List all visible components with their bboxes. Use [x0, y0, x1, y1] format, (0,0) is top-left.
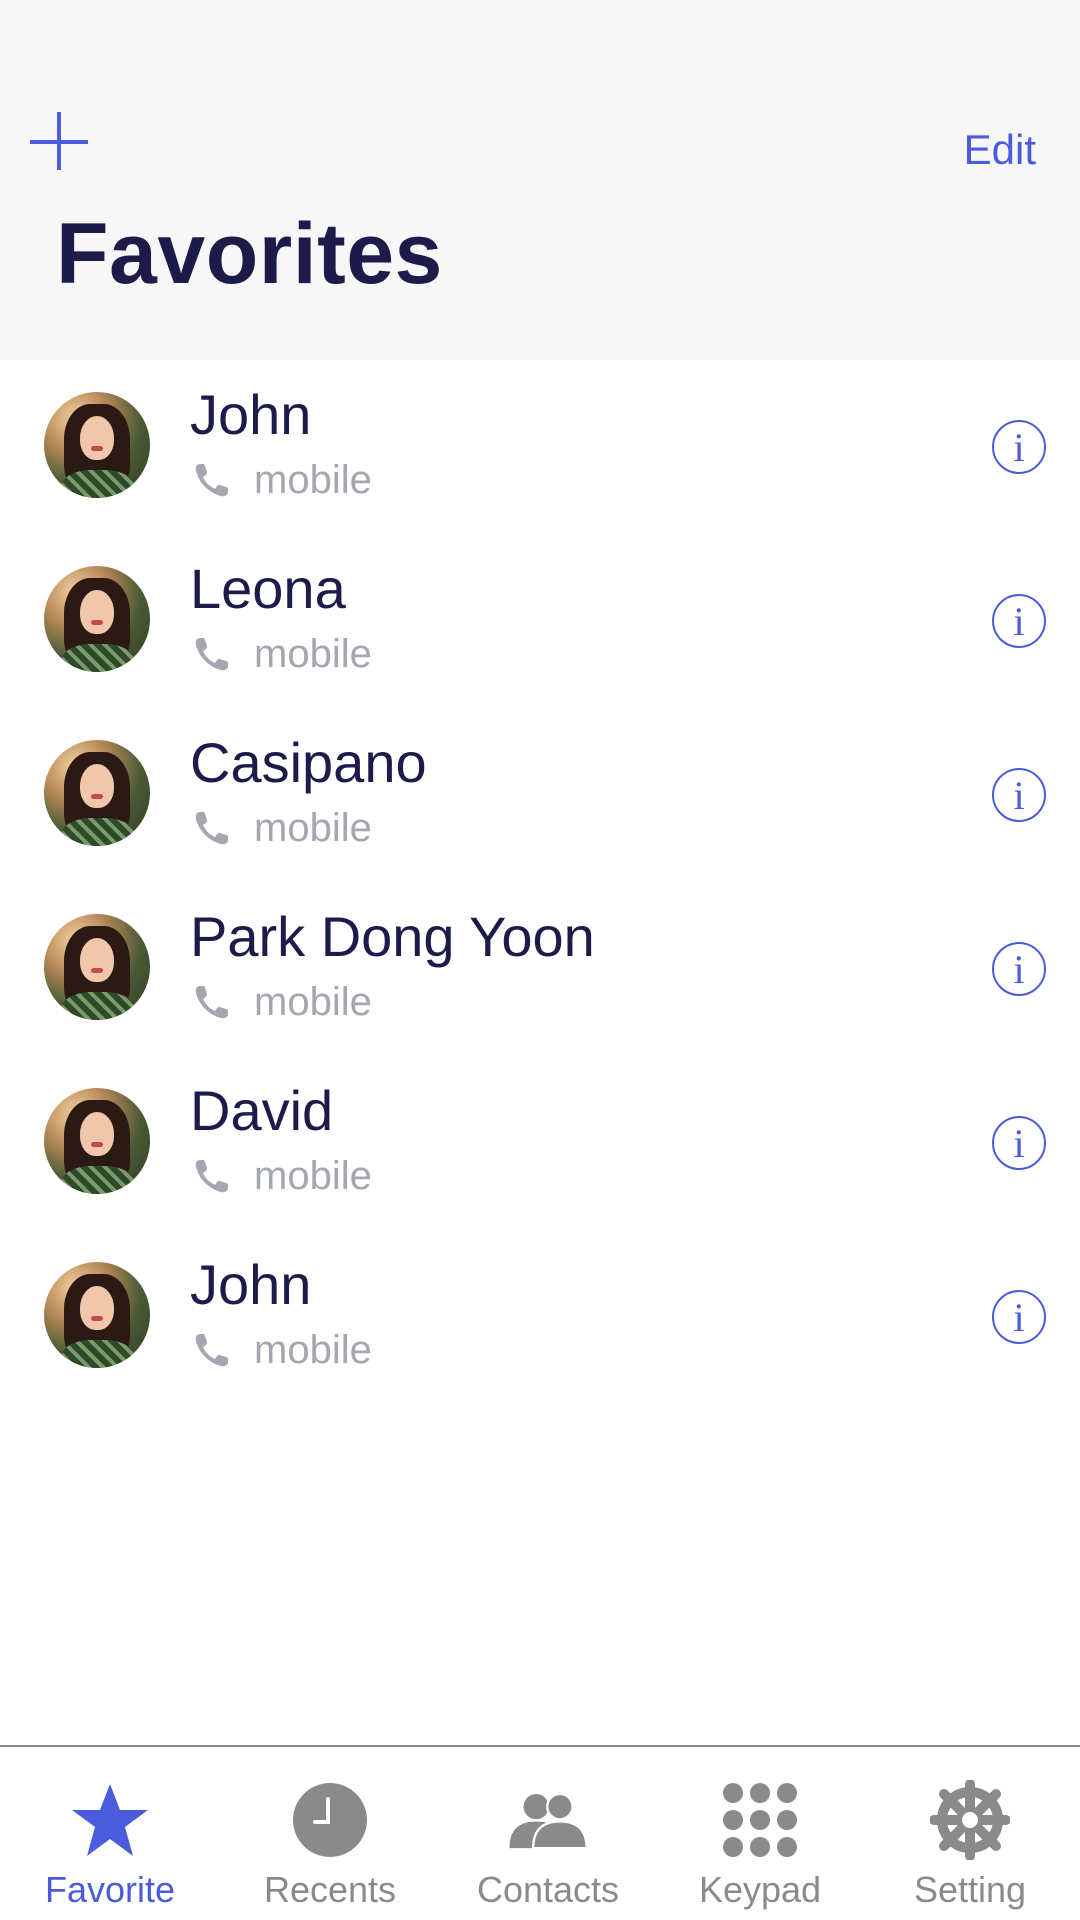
tab-contacts[interactable]: Contacts	[440, 1747, 656, 1920]
contact-name: Leona	[190, 557, 346, 620]
info-button[interactable]: i	[992, 1290, 1046, 1344]
page-title: Favorites	[56, 206, 443, 302]
phone-icon	[195, 1334, 228, 1367]
phone-type-label: mobile	[254, 457, 372, 502]
tab-label: Contacts	[476, 1869, 620, 1910]
phone-icon	[195, 638, 228, 671]
avatar	[44, 740, 150, 846]
info-button[interactable]: i	[992, 768, 1046, 822]
keypad-icon	[717, 1777, 803, 1863]
header: Edit Favorites	[0, 0, 1080, 360]
favorite-row[interactable]: Casipano mobile i	[0, 708, 1080, 882]
edit-button[interactable]: Edit	[964, 126, 1036, 174]
info-button[interactable]: i	[992, 942, 1046, 996]
contact-subtitle: mobile	[192, 632, 372, 676]
phone-type-label: mobile	[254, 631, 372, 676]
info-icon: i	[1013, 1120, 1025, 1166]
info-icon: i	[1013, 772, 1025, 818]
info-button[interactable]: i	[992, 594, 1046, 648]
contact-subtitle: mobile	[192, 806, 372, 850]
phone-icon	[195, 464, 228, 497]
contacts-icon	[505, 1777, 591, 1863]
contact-subtitle: mobile	[192, 1154, 372, 1198]
favorite-row[interactable]: David mobile i	[0, 1056, 1080, 1230]
phone-type-label: mobile	[254, 1153, 372, 1198]
info-button[interactable]: i	[992, 420, 1046, 474]
phone-type-label: mobile	[254, 805, 372, 850]
phone-type-label: mobile	[254, 1327, 372, 1372]
avatar	[44, 1262, 150, 1368]
contact-subtitle: mobile	[192, 458, 372, 502]
clock-icon	[287, 1777, 373, 1863]
phone-icon	[195, 1160, 228, 1193]
phone-type-label: mobile	[254, 979, 372, 1024]
avatar	[44, 392, 150, 498]
favorite-row[interactable]: Park Dong Yoon mobile i	[0, 882, 1080, 1056]
info-icon: i	[1013, 598, 1025, 644]
avatar	[44, 914, 150, 1020]
contact-name: David	[190, 1079, 334, 1142]
tab-label: Setting	[913, 1869, 1027, 1910]
tab-label: Keypad	[698, 1869, 822, 1910]
star-icon	[67, 1777, 153, 1863]
tab-label: Recents	[263, 1869, 397, 1910]
favorite-row[interactable]: John mobile i	[0, 1230, 1080, 1404]
contact-name: Park Dong Yoon	[190, 905, 595, 968]
contact-name: Casipano	[190, 731, 427, 794]
favorite-row[interactable]: Leona mobile i	[0, 534, 1080, 708]
favorites-list: John mobile i Leona mobile i Casipano mo…	[0, 360, 1080, 1404]
gear-icon	[927, 1777, 1013, 1863]
tab-label: Favorite	[44, 1869, 176, 1910]
add-favorite-button[interactable]	[30, 112, 90, 172]
tab-keypad[interactable]: Keypad	[652, 1747, 868, 1920]
info-button[interactable]: i	[992, 1116, 1046, 1170]
contact-subtitle: mobile	[192, 1328, 372, 1372]
tab-recents[interactable]: Recents	[222, 1747, 438, 1920]
tab-setting[interactable]: Setting	[862, 1747, 1078, 1920]
avatar	[44, 1088, 150, 1194]
phone-icon	[195, 986, 228, 1019]
tab-favorite[interactable]: Favorite	[2, 1747, 218, 1920]
contact-name: John	[190, 383, 312, 446]
info-icon: i	[1013, 946, 1025, 992]
favorites-screen: Edit Favorites John mobile i Leona mobil…	[0, 0, 1080, 1920]
favorite-row[interactable]: John mobile i	[0, 360, 1080, 534]
contact-name: John	[190, 1253, 312, 1316]
phone-icon	[195, 812, 228, 845]
info-icon: i	[1013, 424, 1025, 470]
contact-subtitle: mobile	[192, 980, 372, 1024]
avatar	[44, 566, 150, 672]
info-icon: i	[1013, 1294, 1025, 1340]
tab-bar: Favorite Recents Contacts Keypad Setting	[0, 1745, 1080, 1920]
